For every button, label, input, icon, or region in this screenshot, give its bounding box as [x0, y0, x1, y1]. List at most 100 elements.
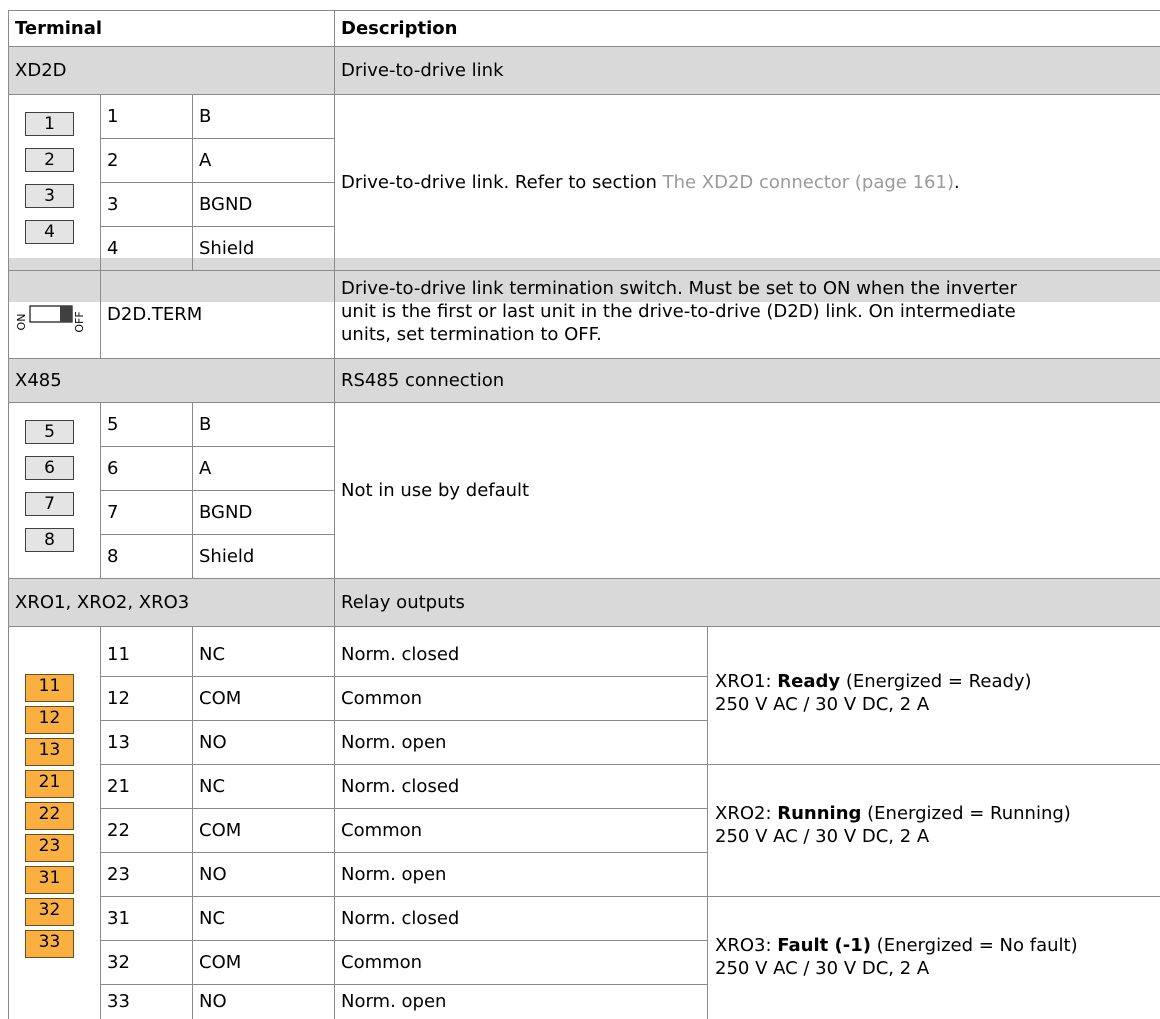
relay-pin-code: NO: [199, 863, 227, 885]
relay-pin-code: COM: [199, 687, 242, 709]
table-rule: [100, 626, 101, 1019]
xd2d-pin-num: 3: [107, 193, 119, 215]
table-rule: [8, 626, 1160, 627]
xd2d-pin-label: Shield: [199, 237, 255, 259]
relay-pin-icon: 12: [25, 706, 74, 734]
relay-pin-meaning: Common: [341, 687, 423, 709]
table-rule: [100, 138, 334, 139]
relay-pin-code: NO: [199, 991, 227, 1012]
xd2d-description: Drive-to-drive link. Refer to section Th…: [334, 94, 1160, 270]
relay-pin-code: NC: [199, 775, 226, 797]
x485-title: RS485 connection: [334, 358, 1160, 402]
x485-description: Not in use by default: [341, 479, 530, 501]
relay-group-rating: 250 V AC / 30 V DC, 2 A: [715, 958, 930, 979]
xd2d-connector-link[interactable]: The XD2D connector (page 161): [663, 171, 954, 194]
relay-group-description: XRO1: Ready (Energized = Ready) 250 V AC…: [715, 670, 1032, 716]
d2d-term-description: Drive-to-drive link termination switch. …: [341, 277, 1160, 346]
xd2d-pin-label: B: [199, 105, 212, 127]
table-rule: [8, 578, 1160, 579]
relay-pin-num: 11: [107, 643, 130, 665]
d2d-term-name: D2D.TERM: [107, 303, 203, 325]
relay-pin-icon: 13: [25, 738, 74, 766]
relay-pin-num: 22: [107, 819, 130, 841]
relay-group-prefix: XRO1:: [715, 671, 778, 692]
connector-pin-icon: 5: [25, 420, 74, 444]
relay-pin-code: NO: [199, 731, 227, 753]
relay-pin-meaning: Common: [341, 951, 423, 973]
relay-pin-code: NC: [199, 907, 226, 929]
connector-pin-icon: 2: [25, 148, 74, 172]
x485-pin-num: 5: [107, 413, 119, 435]
d2d-term-desc-line: unit is the first or last unit in the dr…: [341, 301, 1016, 322]
header-description: Description: [341, 17, 458, 39]
table-rule: [8, 10, 9, 1019]
relay-pin-meaning: Norm. open: [341, 731, 447, 753]
relay-pin-code: COM: [199, 819, 242, 841]
x485-pin-num: 7: [107, 501, 119, 523]
xd2d-pin-num: 4: [107, 237, 119, 259]
relay-group-function: Ready: [777, 671, 841, 692]
x485-name: X485: [8, 358, 334, 402]
relay-pin-num: 21: [107, 775, 130, 797]
d2d-term-desc-line: Drive-to-drive link termination switch. …: [341, 278, 1017, 299]
relay-pin-meaning: Norm. open: [341, 991, 447, 1012]
relay-pin-icon: 11: [25, 674, 74, 702]
table-rule: [8, 10, 1160, 11]
relay-group-suffix: (Energized = Ready): [840, 671, 1032, 692]
table-rule: [707, 626, 708, 1019]
relay-pin-meaning: Norm. closed: [341, 907, 460, 929]
relay-pin-num: 13: [107, 731, 130, 753]
xd2d-desc-prefix: Drive-to-drive link. Refer to section: [341, 171, 663, 193]
relay-group-prefix: XRO2:: [715, 803, 778, 824]
connector-pin-icon: 8: [25, 528, 74, 552]
relay-pin-icon: 32: [25, 898, 74, 926]
connector-pin-icon: 7: [25, 492, 74, 516]
relay-group-rating: 250 V AC / 30 V DC, 2 A: [715, 826, 930, 847]
x485-pin-label: BGND: [199, 501, 253, 523]
relay-pin-meaning: Norm. closed: [341, 775, 460, 797]
switch-off-label: OFF: [73, 311, 86, 332]
table-rule: [8, 358, 1160, 359]
xd2d-pin-label: A: [199, 149, 212, 171]
table-rule: [100, 94, 101, 358]
table-rule: [8, 270, 1160, 271]
table-rule: [100, 764, 1160, 765]
terminal-table: Terminal Description XD2D Drive-to-drive…: [8, 0, 1160, 1019]
table-rule: [334, 10, 335, 1019]
xd2d-title: Drive-to-drive link: [334, 46, 1160, 94]
relay-group-rating: 250 V AC / 30 V DC, 2 A: [715, 694, 930, 715]
d2d-term-desc-line: units, set termination to OFF.: [341, 324, 602, 345]
xd2d-pin-num: 2: [107, 149, 119, 171]
table-rule: [192, 94, 193, 270]
relay-pin-icon: 31: [25, 866, 74, 894]
relay-group-description: XRO3: Fault (-1) (Energized = No fault) …: [715, 934, 1078, 980]
relay-group-suffix: (Energized = No fault): [870, 935, 1078, 956]
header-terminal: Terminal: [15, 17, 103, 39]
relays-name: XRO1, XRO2, XRO3: [8, 578, 334, 626]
relay-pin-icon: 23: [25, 834, 74, 862]
relay-pin-icon: 22: [25, 802, 74, 830]
x485-pin-num: 6: [107, 457, 119, 479]
table-rule: [100, 896, 1160, 897]
table-rule: [100, 182, 334, 183]
relay-group-suffix: (Energized = Running): [861, 803, 1071, 824]
xd2d-desc-suffix: .: [954, 171, 960, 193]
relay-group-description: XRO2: Running (Energized = Running) 250 …: [715, 802, 1071, 848]
table-rule: [8, 46, 1160, 47]
x485-pin-num: 8: [107, 545, 119, 567]
table-rule: [8, 402, 1160, 403]
relay-pin-num: 12: [107, 687, 130, 709]
relay-group-prefix: XRO3:: [715, 935, 778, 956]
relay-pin-meaning: Norm. open: [341, 863, 447, 885]
xd2d-pin-num: 1: [107, 105, 119, 127]
table-rule: [100, 490, 334, 491]
connector-pin-icon: 6: [25, 456, 74, 480]
relay-pin-code: NC: [199, 643, 226, 665]
relays-title: Relay outputs: [334, 578, 1160, 626]
switch-on-label: ON: [16, 314, 28, 331]
relay-pin-icon: 21: [25, 770, 74, 798]
x485-pin-label: B: [199, 413, 212, 435]
relay-pin-num: 23: [107, 863, 130, 885]
connector-pin-icon: 1: [25, 112, 74, 136]
relay-group-function: Running: [777, 803, 862, 824]
